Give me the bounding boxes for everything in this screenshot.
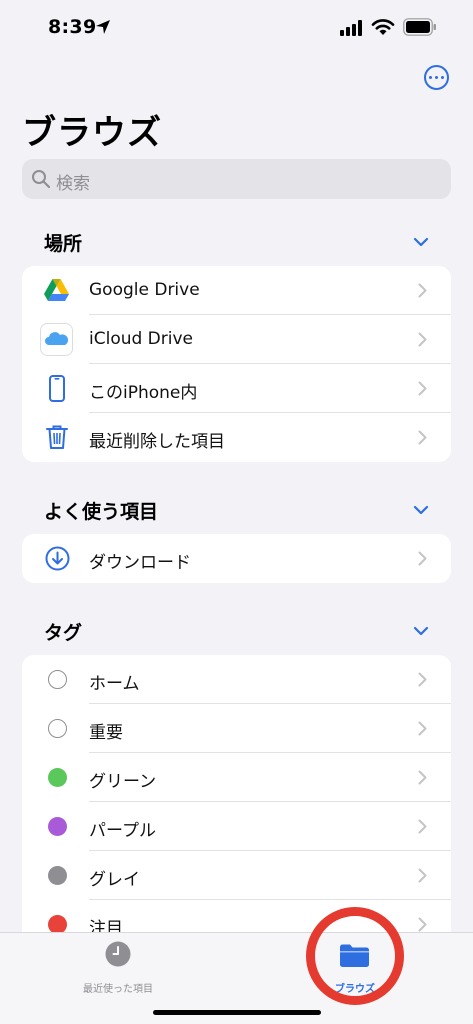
- chevron-right-icon: [418, 819, 427, 834]
- list-item-google-drive[interactable]: Google Drive: [22, 266, 451, 315]
- more-dot-icon: [429, 76, 432, 79]
- row-label: グレイ: [89, 870, 140, 890]
- chevron-right-icon: [418, 672, 427, 687]
- page-title: ブラウズ: [22, 113, 162, 153]
- chevron-right-icon: [418, 721, 427, 736]
- section-header-favorites: よく使う項目: [44, 501, 159, 523]
- status-time: 8:39: [48, 16, 97, 38]
- tag-color-dot: [48, 817, 67, 836]
- chevron-down-icon[interactable]: [413, 504, 429, 516]
- list-item-icloud-drive[interactable]: iCloud Drive: [22, 315, 451, 364]
- search-input[interactable]: 検索: [22, 159, 451, 199]
- list-item-recently-deleted[interactable]: 最近削除した項目: [22, 413, 451, 462]
- trash-icon: [46, 425, 68, 449]
- iphone-icon: [49, 375, 65, 402]
- row-label: パープル: [89, 821, 156, 841]
- icloud-icon: [40, 323, 73, 356]
- chevron-right-icon: [418, 917, 427, 932]
- chevron-right-icon: [418, 868, 427, 883]
- list-item-downloads[interactable]: ダウンロード: [22, 534, 451, 583]
- list-item-on-my-iphone[interactable]: このiPhone内: [22, 364, 451, 413]
- tab-recents[interactable]: 最近使った項目: [68, 941, 168, 1001]
- locations-list: Google Drive iCloud Drive このiPhone内 最近削除: [22, 266, 451, 462]
- chevron-right-icon: [418, 381, 427, 396]
- clock-icon: [105, 941, 131, 967]
- search-icon: [32, 170, 51, 189]
- tag-item-green[interactable]: グリーン: [22, 753, 451, 802]
- chevron-right-icon: [418, 430, 427, 445]
- tag-item-important[interactable]: 重要: [22, 704, 451, 753]
- highlight-ring-annotation: [306, 907, 404, 1005]
- chevron-right-icon: [418, 283, 427, 298]
- chevron-down-icon[interactable]: [413, 625, 429, 637]
- wifi-icon: [371, 19, 395, 35]
- tag-color-dot: [48, 866, 67, 885]
- battery-icon: [403, 18, 436, 36]
- tag-item-home[interactable]: ホーム: [22, 655, 451, 704]
- chevron-right-icon: [418, 770, 427, 785]
- chevron-down-icon[interactable]: [413, 236, 429, 248]
- row-label: Google Drive: [89, 280, 200, 300]
- more-dot-icon: [441, 76, 444, 79]
- more-dot-icon: [435, 76, 438, 79]
- tag-color-dot: [48, 719, 67, 738]
- tag-color-dot: [48, 768, 67, 787]
- cellular-signal-icon: [340, 20, 362, 36]
- row-label: ダウンロード: [89, 553, 191, 573]
- tag-color-dot: [48, 670, 67, 689]
- search-placeholder: 検索: [56, 174, 90, 194]
- row-label: 最近削除した項目: [89, 432, 225, 452]
- row-label: このiPhone内: [89, 383, 198, 403]
- row-label: グリーン: [89, 772, 157, 792]
- download-icon: [45, 546, 70, 571]
- tab-label: 最近使った項目: [83, 984, 153, 995]
- google-drive-icon: [44, 279, 69, 301]
- chevron-right-icon: [418, 332, 427, 347]
- favorites-list: ダウンロード: [22, 534, 451, 583]
- row-label: iCloud Drive: [89, 329, 194, 349]
- section-header-tags: タグ: [44, 622, 83, 644]
- tag-item-gray[interactable]: グレイ: [22, 851, 451, 900]
- home-indicator[interactable]: [153, 1010, 321, 1015]
- more-options-button[interactable]: [424, 65, 449, 90]
- status-bar: 8:39: [0, 0, 473, 56]
- section-header-locations: 場所: [44, 233, 83, 255]
- row-label: ホーム: [89, 674, 140, 694]
- chevron-right-icon: [418, 551, 427, 566]
- tags-list: ホーム 重要 グリーン パープル グレイ 注目: [22, 655, 451, 945]
- row-label: 重要: [89, 723, 123, 743]
- tag-item-purple[interactable]: パープル: [22, 802, 451, 851]
- location-arrow-icon: [96, 20, 110, 34]
